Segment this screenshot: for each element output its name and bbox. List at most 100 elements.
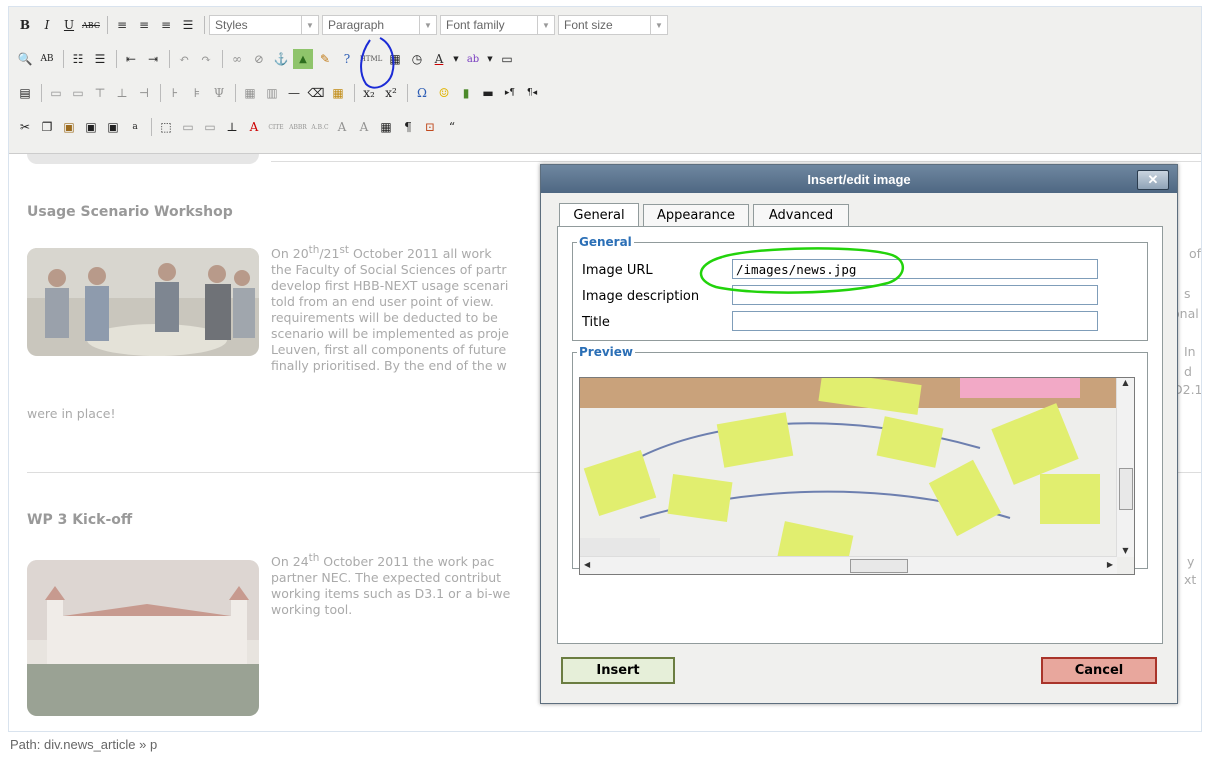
col-after-icon[interactable]: ⊧ [187,83,207,103]
align-left-icon[interactable]: ≡ [112,15,132,35]
chevron-down-icon[interactable]: ▼ [485,49,495,69]
row-props-icon[interactable]: ▭ [46,83,66,103]
align-center-icon[interactable]: ≡ [134,15,154,35]
scroll-right-icon[interactable]: ▶ [1107,560,1113,569]
insert-layer-icon[interactable]: ⬚ [156,117,176,137]
photo-workshop-graphic [27,248,259,356]
bold-icon[interactable]: B [15,15,35,35]
toolbar-row-1: B I U ABC ≡ ≡ ≡ ☰ Styles ▼ Paragraph ▼ F… [15,13,671,37]
style-props-icon[interactable]: A [244,117,264,137]
highlight-color-icon[interactable]: ab [463,49,483,69]
text-color-icon[interactable]: A [429,49,449,69]
outdent-icon[interactable]: ⇤ [121,49,141,69]
find-icon[interactable]: 🔍 [15,49,35,69]
replace-icon[interactable]: AB [37,49,57,69]
scroll-up-icon[interactable]: ▲ [1117,378,1134,387]
visual-aid-icon[interactable]: ▦ [328,83,348,103]
nonbreaking-icon[interactable]: ⊡ [420,117,440,137]
rtl-icon[interactable]: ¶◂ [522,83,542,103]
show-blocks-icon[interactable]: ¶ [398,117,418,137]
insert-button[interactable]: Insert [561,657,675,684]
paste-icon[interactable]: ▣ [59,117,79,137]
row-before-icon[interactable]: ⊤ [90,83,110,103]
insert-image-icon[interactable]: ▲ [293,49,313,69]
delete-row-icon[interactable]: ⊣ [134,83,154,103]
tab-advanced[interactable]: Advanced [753,204,849,226]
copy-icon[interactable]: ❐ [37,117,57,137]
font-size-dropdown[interactable]: Font size ▼ [558,15,668,35]
anchor-icon[interactable]: ⚓ [271,49,291,69]
link-icon[interactable]: ∞ [227,49,247,69]
chevron-down-icon[interactable]: ▼ [451,49,461,69]
chevron-down-icon: ▼ [537,16,554,34]
paste-word-icon[interactable]: ▣ [103,117,123,137]
numbered-list-icon[interactable]: ☰ [90,49,110,69]
col-before-icon[interactable]: ⊦ [165,83,185,103]
cell-props-icon[interactable]: ▭ [68,83,88,103]
help-icon[interactable]: ? [337,49,357,69]
bullet-list-icon[interactable]: ☷ [68,49,88,69]
split-cells-icon[interactable]: ▦ [240,83,260,103]
delete-col-icon[interactable]: Ψ [209,83,229,103]
article-fragment: In [1184,344,1196,359]
strikethrough-icon[interactable]: ABC [81,15,101,35]
cancel-button[interactable]: Cancel [1041,657,1157,684]
editor-statusbar: Path: div.news_article » p [8,731,1202,757]
move-forward-icon[interactable]: ▭ [178,117,198,137]
horizontal-rule-icon[interactable]: — [284,83,304,103]
row-after-icon[interactable]: ⊥ [112,83,132,103]
cut-icon[interactable]: ✂ [15,117,35,137]
paste-text-icon[interactable]: ▣ [81,117,101,137]
fullscreen-icon[interactable]: ▭ [497,49,517,69]
font-family-dropdown[interactable]: Font family ▼ [440,15,555,35]
vertical-scroll-thumb[interactable] [1119,468,1133,510]
toolbar-separator [169,50,170,68]
media-icon[interactable]: ▮ [456,83,476,103]
close-icon[interactable]: ✕ [1137,170,1169,190]
toolbar-separator [204,16,205,34]
advanced-hr-icon[interactable]: ▬ [478,83,498,103]
unlink-icon[interactable]: ⊘ [249,49,269,69]
vertical-scrollbar[interactable]: ▲ ▼ [1116,378,1134,557]
scroll-left-icon[interactable]: ◀ [584,560,590,569]
special-char-icon[interactable]: Ω [412,83,432,103]
align-right-icon[interactable]: ≡ [156,15,176,35]
redo-icon[interactable]: ↷ [196,49,216,69]
undo-icon[interactable]: ↶ [174,49,194,69]
absolute-icon[interactable]: ⊥ [222,117,242,137]
horizontal-scrollbar[interactable]: ◀ ▶ [580,556,1117,574]
ltr-icon[interactable]: ▸¶ [500,83,520,103]
styles-dropdown[interactable]: Styles ▼ [209,15,319,35]
toolbar-row-2: 🔍 AB ☷ ☰ ⇤ ⇥ ↶ ↷ ∞ ⊘ ⚓ ▲ ✎ ? HTML ▦ ◷ A … [15,47,519,71]
underline-icon[interactable]: U [59,15,79,35]
cleanup-icon[interactable]: ✎ [315,49,335,69]
scroll-down-icon[interactable]: ▼ [1117,546,1134,555]
blockquote-icon[interactable]: “ [442,117,462,137]
insert-time-icon[interactable]: ◷ [407,49,427,69]
align-justify-icon[interactable]: ☰ [178,15,198,35]
deletion-icon[interactable]: A [332,117,352,137]
insertion-icon[interactable]: A [354,117,374,137]
select-all-icon[interactable]: a [125,117,145,137]
title-input[interactable] [732,311,1098,331]
move-backward-icon[interactable]: ▭ [200,117,220,137]
remove-format-icon[interactable]: ⌫ [306,83,326,103]
tab-general[interactable]: General [559,203,639,227]
tab-appearance[interactable]: Appearance [643,204,749,226]
tab-panel-general: General Image URL Image description Titl… [557,226,1163,644]
cite-icon[interactable]: CITE [266,117,286,137]
dialog-titlebar[interactable]: Insert/edit image ✕ [541,165,1177,193]
format-dropdown-label: Paragraph [328,18,385,32]
acronym-icon[interactable]: A.B.C [310,117,330,137]
insert-table-icon[interactable]: ▤ [15,83,35,103]
abbr-icon[interactable]: ABBR [288,117,308,137]
indent-icon[interactable]: ⇥ [143,49,163,69]
format-dropdown[interactable]: Paragraph ▼ [322,15,437,35]
horizontal-scroll-thumb[interactable] [850,559,908,573]
image-preview[interactable]: ▲ ▼ ◀ ▶ [579,377,1135,575]
emoticons-icon[interactable]: ☺ [434,83,454,103]
italic-icon[interactable]: I [37,15,57,35]
attributes-icon[interactable]: ▦ [376,117,396,137]
merge-cells-icon[interactable]: ▥ [262,83,282,103]
element-path[interactable]: Path: div.news_article » p [10,737,157,752]
